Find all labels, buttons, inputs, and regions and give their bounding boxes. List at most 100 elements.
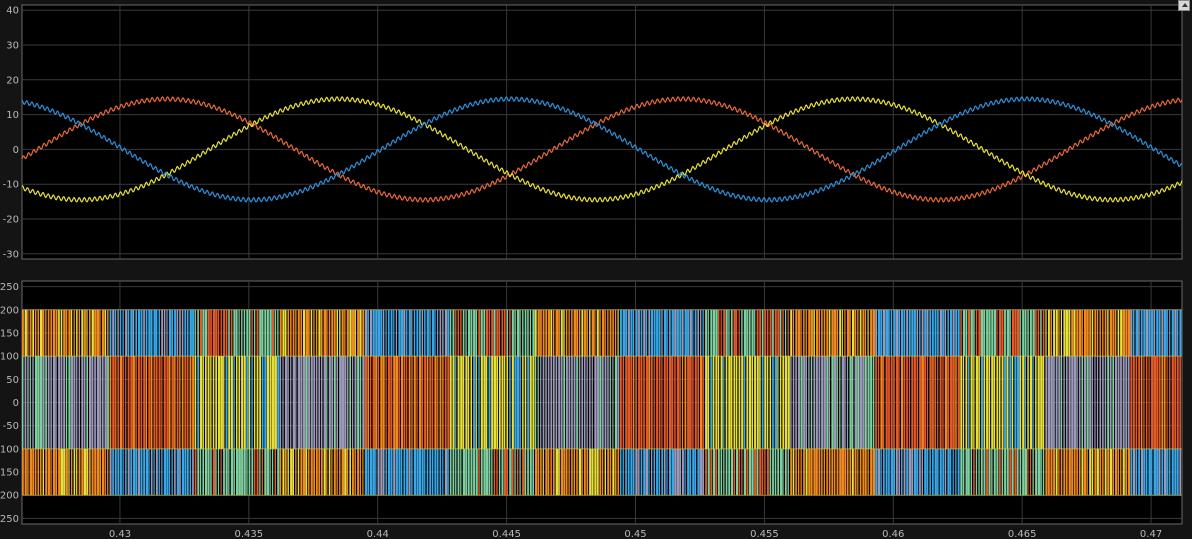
- pwm-pulse: [300, 309, 303, 357]
- pwm-pulse: [805, 309, 807, 357]
- pwm-pulse: [514, 309, 516, 357]
- pwm-pulse: [764, 356, 767, 449]
- pwm-pulse: [1063, 356, 1065, 449]
- pwm-pulse: [563, 309, 565, 357]
- pwm-pulse: [841, 356, 845, 449]
- pwm-pulse: [836, 356, 838, 449]
- pwm-pulse: [411, 356, 413, 449]
- pwm-pulse: [645, 309, 648, 357]
- pwm-pulse: [975, 356, 979, 449]
- pwm-pulse: [913, 448, 917, 496]
- pwm-pulse: [71, 356, 74, 449]
- pwm-pulse: [591, 309, 595, 357]
- pwm-pulse: [1011, 356, 1014, 449]
- undock-arrow-icon[interactable]: [1178, 0, 1190, 11]
- pwm-pulse: [367, 356, 370, 449]
- pwm-pulse: [354, 448, 356, 496]
- pwm-pulse: [364, 309, 368, 357]
- pwm-pulse: [419, 448, 422, 496]
- pwm-pulse: [86, 309, 88, 357]
- pwm-pulse: [764, 309, 767, 357]
- pwm-pulse: [813, 309, 815, 357]
- pwm-pulse: [645, 356, 649, 449]
- scope-figure: 403020100-10-20-30 250200150100500-50-10…: [0, 4, 1183, 539]
- pwm-pulse: [65, 356, 68, 449]
- pwm-pulse: [1066, 356, 1068, 449]
- pwm-pulse: [424, 309, 426, 357]
- pwm-pulse: [841, 309, 843, 357]
- pwm-pulse: [996, 448, 999, 496]
- pwm-pulse: [416, 356, 418, 449]
- pwm-pulse: [493, 448, 496, 496]
- pwm-pulse: [741, 448, 743, 496]
- pwm-pulse: [220, 356, 223, 449]
- pwm-pulse: [212, 356, 215, 449]
- pwm-pulse: [705, 356, 708, 449]
- pwm-pulse: [395, 448, 398, 496]
- pwm-pulse: [952, 309, 955, 357]
- pwm-pulse: [297, 309, 300, 357]
- pwm-pulse: [241, 356, 244, 449]
- pwm-pulse: [437, 448, 439, 496]
- pwm-pulse: [148, 448, 150, 496]
- pwm-pulse: [493, 309, 496, 357]
- pwm-pulse: [465, 309, 467, 357]
- pwm-pulse: [313, 448, 315, 496]
- pwm-pulse: [617, 356, 620, 449]
- pwm-pulse: [34, 356, 38, 449]
- y-tick-label: 250: [0, 282, 19, 293]
- pwm-pulse: [1153, 309, 1156, 357]
- pwm-pulse: [501, 309, 504, 357]
- pwm-pulse: [908, 309, 911, 357]
- pwm-pulse: [1161, 448, 1164, 496]
- pwm-pulse: [238, 356, 241, 449]
- y-tick-label: -150: [0, 468, 19, 479]
- pwm-pulse: [885, 309, 888, 357]
- pwm-pulse: [1125, 448, 1128, 496]
- pwm-pulse: [483, 448, 486, 496]
- pwm-pulse: [238, 309, 240, 357]
- pwm-pulse: [470, 448, 473, 496]
- pwm-pulse: [455, 309, 457, 357]
- pwm-pulse: [194, 356, 197, 449]
- pwm-pulse: [777, 309, 780, 357]
- pwm-pulse: [163, 356, 166, 449]
- pwm-pulse: [890, 356, 893, 449]
- pwm-pulse: [1176, 356, 1179, 449]
- pwm-pulse: [359, 309, 362, 357]
- pwm-pulse: [205, 448, 208, 496]
- pwm-pulse: [1102, 448, 1104, 496]
- pwm-pulse: [689, 356, 692, 449]
- pwm-pulse: [864, 448, 867, 496]
- pwm-pulse: [266, 309, 269, 357]
- pwm-pulse: [22, 448, 24, 496]
- pwm-pulse: [550, 309, 553, 357]
- pwm-pulse: [328, 356, 331, 449]
- pwm-pulse: [60, 356, 63, 449]
- pwm-pulse: [457, 309, 459, 357]
- pwm-pulse: [707, 309, 709, 357]
- pwm-pulse: [104, 356, 107, 449]
- pwm-pulse: [1060, 448, 1063, 496]
- pwm-pulse: [1133, 309, 1135, 357]
- pwm-pulse: [460, 356, 463, 449]
- pwm-pulse: [684, 356, 687, 449]
- pwm-pulse: [429, 448, 432, 496]
- pwm-pulse: [1086, 356, 1089, 449]
- pwm-pulse: [509, 448, 512, 496]
- pwm-pulse: [939, 309, 943, 357]
- pwm-pulse: [929, 309, 932, 357]
- pwm-pulse: [934, 448, 937, 496]
- pwm-pulse: [68, 309, 71, 357]
- pwm-pulse: [808, 309, 811, 357]
- pwm-pulse: [730, 309, 733, 357]
- y-tick-label: 200: [0, 305, 19, 316]
- pwm-pulse: [292, 448, 294, 496]
- pwm-pulse: [937, 356, 939, 449]
- pwm-pulse: [323, 356, 326, 449]
- pwm-pulse: [578, 448, 582, 496]
- pwm-pulse: [661, 448, 664, 496]
- pwm-pulse: [1156, 356, 1159, 449]
- pwm-pulse: [55, 356, 57, 449]
- pwm-pulse: [689, 448, 692, 496]
